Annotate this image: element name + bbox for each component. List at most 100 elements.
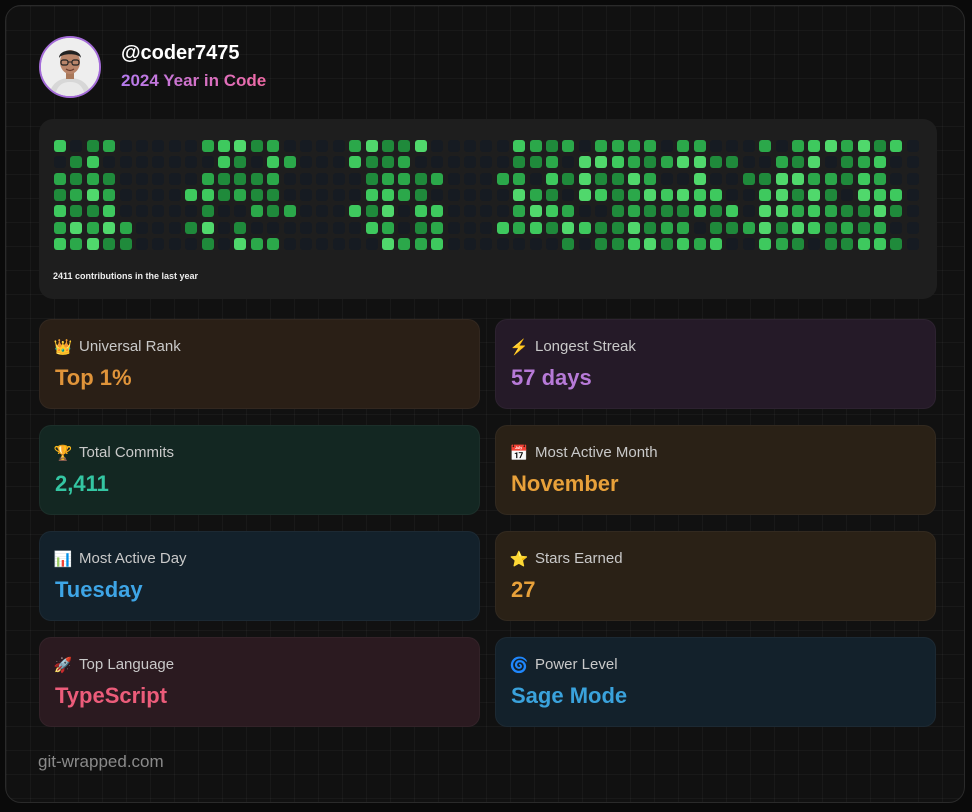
heatmap-cell[interactable] (414, 140, 427, 152)
heatmap-cell[interactable] (447, 172, 460, 185)
heatmap-cell[interactable] (332, 221, 345, 234)
heatmap-cell[interactable] (349, 188, 362, 201)
heatmap-cell[interactable] (759, 188, 772, 201)
heatmap-cell[interactable] (775, 156, 788, 169)
heatmap-cell[interactable] (595, 188, 608, 201)
heatmap-cell[interactable] (218, 188, 230, 201)
heatmap-cell[interactable] (54, 188, 66, 201)
heatmap-cell[interactable] (398, 188, 411, 201)
heatmap-cell[interactable] (890, 205, 903, 218)
heatmap-cell[interactable] (726, 188, 739, 201)
heatmap-cell[interactable] (529, 140, 542, 152)
heatmap-cell[interactable] (906, 172, 919, 185)
heatmap-cell[interactable] (365, 188, 378, 201)
heatmap-cell[interactable] (513, 221, 526, 234)
heatmap-cell[interactable] (349, 205, 362, 218)
heatmap-cell[interactable] (742, 221, 755, 234)
heatmap-cell[interactable] (365, 221, 378, 234)
heatmap-cell[interactable] (185, 156, 198, 169)
heatmap-cell[interactable] (611, 205, 624, 218)
heatmap-cell[interactable] (496, 188, 509, 201)
heatmap-cell[interactable] (119, 188, 132, 201)
heatmap-cell[interactable] (431, 172, 444, 185)
heatmap-cell[interactable] (644, 237, 657, 250)
heatmap-cell[interactable] (628, 237, 640, 250)
heatmap-cell[interactable] (660, 205, 673, 218)
heatmap-cell[interactable] (660, 156, 673, 169)
heatmap-cell[interactable] (529, 205, 542, 218)
heatmap-cell[interactable] (316, 156, 329, 169)
heatmap-cell[interactable] (414, 156, 427, 169)
heatmap-cell[interactable] (250, 140, 263, 152)
heatmap-cell[interactable] (710, 140, 722, 152)
heatmap-cell[interactable] (857, 172, 870, 185)
heatmap-cell[interactable] (332, 188, 345, 201)
heatmap-cell[interactable] (857, 188, 870, 201)
heatmap-cell[interactable] (824, 172, 837, 185)
heatmap-cell[interactable] (759, 140, 772, 152)
heatmap-cell[interactable] (119, 140, 132, 152)
heatmap-cell[interactable] (398, 237, 411, 250)
heatmap-cell[interactable] (824, 221, 837, 234)
heatmap-cell[interactable] (464, 172, 476, 185)
heatmap-cell[interactable] (234, 188, 247, 201)
avatar[interactable] (39, 36, 101, 98)
heatmap-cell[interactable] (300, 140, 312, 152)
heatmap-cell[interactable] (480, 221, 493, 234)
heatmap-cell[interactable] (759, 237, 772, 250)
heatmap-cell[interactable] (152, 140, 165, 152)
heatmap-cell[interactable] (365, 140, 378, 152)
heatmap-cell[interactable] (562, 205, 575, 218)
heatmap-cell[interactable] (677, 205, 690, 218)
heatmap-cell[interactable] (349, 221, 362, 234)
heatmap-cell[interactable] (168, 156, 181, 169)
heatmap-cell[interactable] (677, 188, 690, 201)
heatmap-cell[interactable] (464, 221, 476, 234)
heatmap-cell[interactable] (300, 237, 312, 250)
heatmap-cell[interactable] (628, 205, 640, 218)
heatmap-cell[interactable] (103, 172, 116, 185)
heatmap-cell[interactable] (644, 156, 657, 169)
heatmap-cell[interactable] (152, 205, 165, 218)
heatmap-cell[interactable] (480, 237, 493, 250)
heatmap-cell[interactable] (726, 156, 739, 169)
heatmap-cell[interactable] (857, 221, 870, 234)
heatmap-cell[interactable] (529, 237, 542, 250)
heatmap-cell[interactable] (857, 205, 870, 218)
heatmap-cell[interactable] (726, 221, 739, 234)
heatmap-cell[interactable] (119, 172, 132, 185)
heatmap-cell[interactable] (168, 188, 181, 201)
heatmap-cell[interactable] (529, 221, 542, 234)
heatmap-cell[interactable] (693, 188, 706, 201)
heatmap-cell[interactable] (906, 205, 919, 218)
heatmap-cell[interactable] (382, 188, 394, 201)
heatmap-cell[interactable] (431, 221, 444, 234)
heatmap-cell[interactable] (136, 188, 148, 201)
heatmap-cell[interactable] (316, 221, 329, 234)
heatmap-cell[interactable] (136, 140, 148, 152)
heatmap-cell[interactable] (86, 188, 99, 201)
heatmap-cell[interactable] (86, 237, 99, 250)
heatmap-cell[interactable] (283, 205, 296, 218)
heatmap-cell[interactable] (513, 156, 526, 169)
heatmap-cell[interactable] (529, 188, 542, 201)
heatmap-cell[interactable] (595, 140, 608, 152)
heatmap-cell[interactable] (595, 237, 608, 250)
heatmap-cell[interactable] (464, 156, 476, 169)
heatmap-cell[interactable] (168, 221, 181, 234)
heatmap-cell[interactable] (759, 172, 772, 185)
heatmap-cell[interactable] (103, 188, 116, 201)
heatmap-cell[interactable] (382, 205, 394, 218)
heatmap-cell[interactable] (316, 172, 329, 185)
heatmap-cell[interactable] (365, 156, 378, 169)
heatmap-cell[interactable] (874, 221, 886, 234)
heatmap-cell[interactable] (185, 188, 198, 201)
heatmap-cell[interactable] (398, 221, 411, 234)
heatmap-cell[interactable] (70, 237, 83, 250)
heatmap-cell[interactable] (431, 140, 444, 152)
heatmap-cell[interactable] (250, 221, 263, 234)
heatmap-cell[interactable] (562, 237, 575, 250)
heatmap-cell[interactable] (267, 188, 280, 201)
heatmap-cell[interactable] (611, 156, 624, 169)
heatmap-cell[interactable] (513, 140, 526, 152)
